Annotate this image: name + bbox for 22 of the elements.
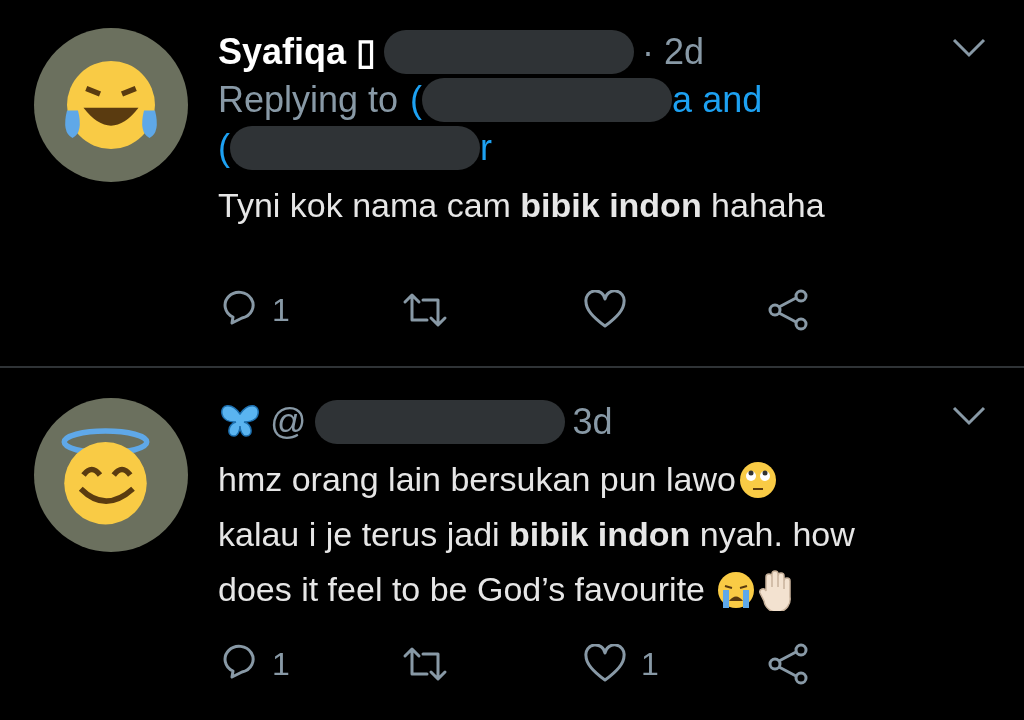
heart-icon	[583, 644, 627, 684]
chevron-down-icon[interactable]	[952, 406, 986, 426]
username[interactable]: @	[270, 401, 307, 443]
chevron-down-icon[interactable]	[952, 38, 986, 58]
tweet-text: hmz orang lain bersukan pun lawo	[218, 459, 736, 500]
tweet-text: does it feel to be God’s favourite	[218, 569, 706, 610]
crying-face-icon	[716, 569, 757, 610]
mention-link[interactable]: a and	[672, 79, 763, 121]
tweet-text: kalau i je terus jadi bibik indon nyah. how	[218, 514, 855, 555]
like-button[interactable]: 1	[583, 642, 766, 686]
rolling-eyes-face-icon	[737, 459, 778, 500]
tweet-text: Tyni kok nama cam bibik indon hahaha	[218, 185, 825, 226]
mention-link[interactable]: (	[410, 79, 423, 121]
reply-button[interactable]: 1	[218, 642, 401, 686]
replying-to-label: Replying to	[218, 79, 399, 121]
heart-icon	[583, 290, 627, 330]
timestamp: · 2d	[642, 31, 705, 73]
reply-button[interactable]: 1	[218, 288, 401, 332]
mention-link[interactable]: (	[218, 127, 230, 169]
display-name[interactable]: Syafiqa ▯	[218, 31, 377, 73]
mention-link[interactable]: r	[480, 127, 492, 169]
timestamp: 3d	[572, 401, 613, 443]
